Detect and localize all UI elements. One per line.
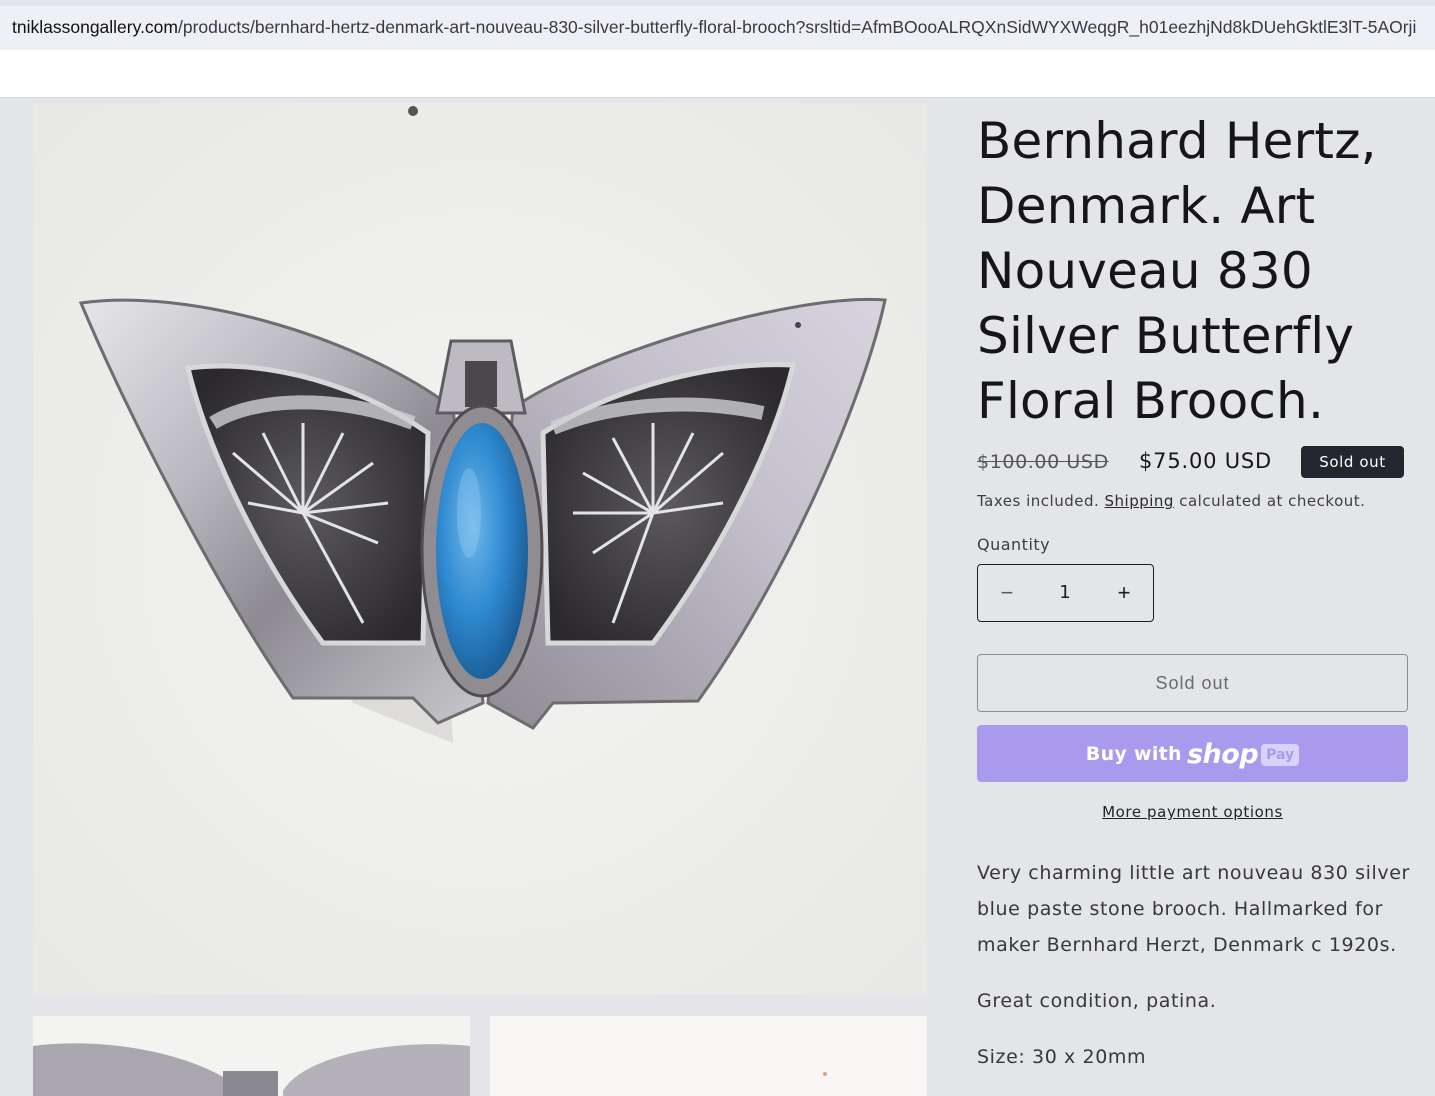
shop-logo-icon: shop <box>1186 739 1259 770</box>
regular-price: $100.00 USD <box>977 451 1109 473</box>
minus-icon[interactable]: − <box>978 565 1036 620</box>
tax-suffix: calculated at checkout. <box>1173 492 1366 510</box>
price-row: $100.00 USD $75.00 USD Sold out <box>977 446 1417 480</box>
product-title: Bernhard Hertz, Denmark. Art Nouveau 830… <box>977 112 1377 430</box>
product-page: Bernhard Hertz, Denmark. Art Nouveau 830… <box>0 99 1435 1096</box>
quantity-label: Quantity <box>977 535 1051 554</box>
url-host: tniklassongallery.com <box>12 17 178 37</box>
address-bar[interactable]: tniklassongallery.com/products/bernhard-… <box>0 6 1435 50</box>
description-paragraph-2: Great condition, patina. <box>977 990 1217 1012</box>
tax-prefix: Taxes included. <box>977 492 1105 510</box>
buy-with-label: Buy with <box>1085 743 1182 765</box>
site-header <box>0 50 1435 98</box>
plus-icon[interactable]: + <box>1095 565 1153 620</box>
tax-note: Taxes included. Shipping calculated at c… <box>977 492 1365 510</box>
butterfly-brooch-photo <box>33 103 927 995</box>
more-payment-options: More payment options <box>977 803 1408 821</box>
description-paragraph-3: Size: 30 x 20mm <box>977 1046 1147 1068</box>
description-paragraph-1: Very charming little art nouveau 830 sil… <box>977 862 1410 956</box>
pay-badge: Pay <box>1261 743 1300 766</box>
more-payment-options-link[interactable]: More payment options <box>1102 803 1283 821</box>
sold-out-badge: Sold out <box>1301 446 1404 478</box>
thumbnail-image-1 <box>33 1016 470 1096</box>
sold-out-button[interactable]: Sold out <box>977 654 1408 712</box>
product-main-image[interactable] <box>33 103 927 995</box>
quantity-input[interactable]: 1 <box>1036 565 1094 620</box>
thumbnail-image-2 <box>490 1016 927 1096</box>
sale-price: $75.00 USD <box>1139 449 1273 473</box>
shipping-link[interactable]: Shipping <box>1105 492 1174 510</box>
url-path: /products/bernhard-hertz-denmark-art-nou… <box>178 17 1417 37</box>
product-description: Very charming little art nouveau 830 sil… <box>977 855 1417 1095</box>
quantity-stepper: − 1 + <box>977 564 1154 622</box>
product-thumbnail-2[interactable] <box>490 1016 927 1096</box>
product-thumbnail-1[interactable] <box>33 1016 470 1096</box>
shop-pay-button[interactable]: Buy with shop Pay <box>977 725 1408 782</box>
